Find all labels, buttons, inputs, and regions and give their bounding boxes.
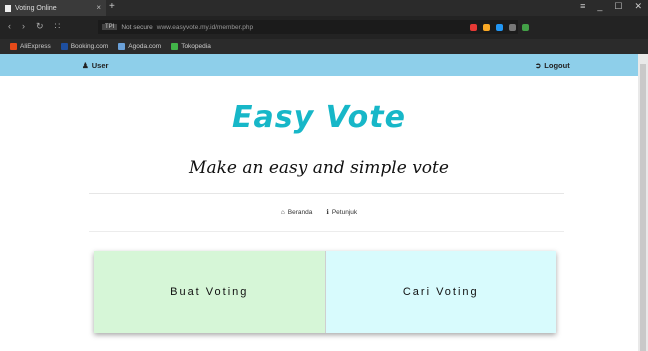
- divider: [89, 193, 564, 194]
- create-voting-card[interactable]: Buat Voting: [94, 251, 326, 333]
- browser-nav: ‹ › ↻ ∷: [8, 21, 60, 32]
- url-text: www.easyvote.my.id/member.php: [156, 23, 254, 31]
- logout-link[interactable]: ➲ Logout: [535, 61, 570, 70]
- page-content: ♟ User ➲ Logout Easy Vote Make an easy a…: [0, 54, 638, 351]
- nav-help-link[interactable]: ℹ Petunjuk: [326, 208, 358, 217]
- top-navbar: ♟ User ➲ Logout: [0, 54, 638, 76]
- create-voting-label: Buat Voting: [170, 286, 249, 298]
- extension-1-icon[interactable]: [470, 24, 477, 31]
- logout-label: Logout: [544, 61, 570, 70]
- extension-5-icon[interactable]: [522, 24, 529, 31]
- bookmark-label: Tokopedia: [181, 43, 211, 50]
- site-tagline: Make an easy and simple vote: [189, 158, 449, 178]
- home-icon: ⌂: [280, 208, 285, 216]
- bookmark-label: Booking.com: [70, 43, 109, 50]
- menu-icon[interactable]: ≡: [580, 1, 585, 12]
- reload-icon[interactable]: ↻: [36, 21, 44, 32]
- extension-3-icon[interactable]: [496, 24, 503, 31]
- user-menu[interactable]: ♟ User: [82, 61, 108, 70]
- browser-address-bar: ‹ › ↻ ∷ TPI Not secure www.easyvote.my.i…: [0, 16, 648, 39]
- maximize-icon[interactable]: ☐: [614, 1, 622, 12]
- agoda-icon: [118, 43, 126, 50]
- url-input[interactable]: TPI Not secure www.easyvote.my.id/member…: [98, 20, 518, 34]
- close-window-icon[interactable]: ✕: [634, 1, 642, 12]
- browser-tabbar: Voting Online × + ≡ _ ☐ ✕: [0, 0, 648, 16]
- scrollbar-thumb[interactable]: [640, 64, 646, 351]
- nav-help-label: Petunjuk: [331, 208, 358, 216]
- logout-icon: ➲: [535, 61, 542, 70]
- info-icon: ℹ: [326, 209, 329, 216]
- page-scrollbar[interactable]: [638, 54, 648, 351]
- nav-home-label: Beranda: [287, 208, 313, 216]
- nav-home-link[interactable]: ⌂ Beranda: [281, 208, 313, 216]
- minimize-icon[interactable]: _: [597, 1, 602, 12]
- search-voting-label: Cari Voting: [402, 286, 479, 298]
- new-tab-icon[interactable]: +: [109, 1, 115, 12]
- browser-tab[interactable]: Voting Online ×: [0, 0, 106, 16]
- site-title: Easy Vote: [232, 100, 406, 135]
- aliexpress-icon: [10, 43, 17, 50]
- grid-icon[interactable]: ∷: [55, 21, 61, 32]
- search-voting-card[interactable]: Cari Voting: [325, 251, 556, 333]
- window-controls: ≡ _ ☐ ✕: [580, 1, 642, 12]
- bookmark-tokopedia[interactable]: Tokopedia: [171, 43, 211, 50]
- bookmark-label: AliExpress: [20, 43, 51, 50]
- user-label: User: [91, 61, 109, 70]
- bookmark-booking[interactable]: Booking.com: [60, 43, 109, 50]
- tab-close-icon[interactable]: ×: [96, 3, 101, 12]
- booking-icon: [60, 43, 68, 50]
- bookmarks-bar: AliExpress Booking.com Agoda.com Tokoped…: [0, 39, 648, 54]
- back-icon[interactable]: ‹: [8, 21, 11, 32]
- user-icon: ♟: [82, 61, 89, 70]
- forward-icon[interactable]: ›: [22, 21, 25, 32]
- extension-4-icon[interactable]: [509, 24, 516, 31]
- divider: [89, 231, 564, 232]
- voting-cards: Buat Voting Cari Voting: [94, 251, 556, 333]
- tokopedia-icon: [171, 43, 179, 50]
- bookmark-agoda[interactable]: Agoda.com: [118, 43, 161, 50]
- tab-title: Voting Online: [15, 4, 57, 12]
- security-label[interactable]: Not secure: [121, 24, 152, 31]
- url-badge: TPI: [102, 24, 118, 30]
- page-favicon-icon: [5, 4, 11, 12]
- bookmark-aliexpress[interactable]: AliExpress: [10, 43, 51, 50]
- bookmark-label: Agoda.com: [128, 43, 162, 50]
- extension-icons: [470, 24, 529, 31]
- sub-navigation: ⌂ Beranda ℹ Petunjuk: [0, 208, 638, 217]
- extension-2-icon[interactable]: [483, 24, 490, 31]
